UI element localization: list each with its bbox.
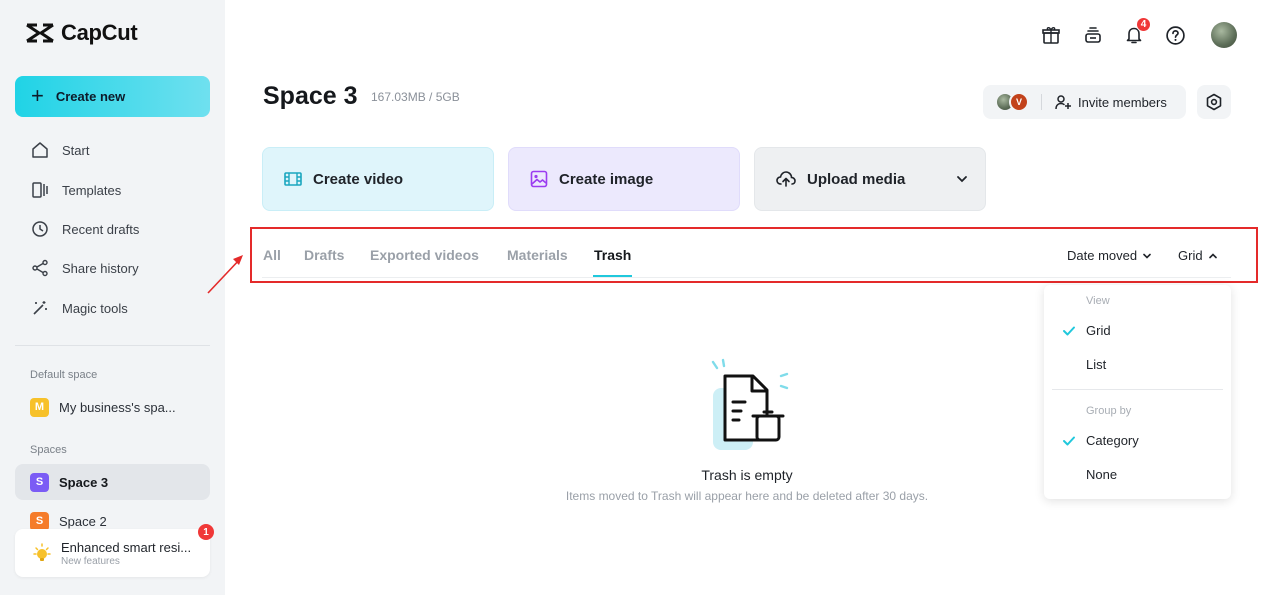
view-options-menu: View Grid List Group by Category None [1044, 285, 1231, 499]
add-user-icon [1055, 95, 1071, 110]
sidebar-item-recent-drafts[interactable]: Recent drafts [30, 218, 139, 240]
cloud-upload-icon [776, 171, 796, 187]
space-badge: S [30, 511, 49, 531]
space-settings-button[interactable] [1197, 85, 1231, 119]
help-button[interactable] [1164, 24, 1186, 46]
space-badge: M [30, 397, 49, 417]
lightbulb-icon [33, 543, 51, 561]
notice-count-badge: 1 [198, 524, 214, 540]
create-image-label: Create image [559, 170, 654, 188]
film-icon [284, 172, 302, 186]
member-avatar-initial: V [1009, 92, 1029, 112]
menu-item-none[interactable]: None [1086, 467, 1117, 482]
storage-button[interactable] [1082, 24, 1104, 46]
sidebar: CapCut + Create new Start Templates Rece… [0, 0, 225, 595]
notice-title: Enhanced smart resi... [61, 539, 192, 555]
plus-icon: + [31, 82, 44, 108]
space-name: Space 2 [59, 513, 107, 529]
sidebar-item-label: Start [62, 142, 90, 158]
sidebar-item-start[interactable]: Start [30, 139, 89, 161]
notice-text: Enhanced smart resi... New features [61, 540, 196, 567]
help-icon [1165, 25, 1185, 45]
upload-media-button[interactable]: Upload media [754, 147, 986, 211]
sidebar-item-label: Recent drafts [62, 221, 140, 237]
share-icon [32, 259, 48, 277]
notification-count-badge: 4 [1136, 17, 1151, 32]
sidebar-item-label: Magic tools [62, 300, 128, 316]
default-space-heading: Default space [30, 369, 98, 381]
templates-icon [32, 182, 48, 198]
members-bar[interactable]: V Invite members [983, 85, 1186, 119]
view-section-label: View [1086, 295, 1110, 307]
sidebar-item-magic-tools[interactable]: Magic tools [30, 297, 128, 319]
notice-subtitle: New features [61, 555, 120, 567]
members-divider [1041, 94, 1042, 110]
upload-media-label: Upload media [807, 170, 906, 188]
create-video-label: Create video [313, 170, 404, 188]
space-name: My business's spa... [59, 399, 176, 415]
space-badge: S [30, 472, 49, 492]
check-icon [1063, 436, 1075, 446]
annotation-arrow [207, 255, 243, 294]
menu-item-category[interactable]: Category [1086, 433, 1139, 448]
create-image-button[interactable]: Create image [508, 147, 740, 211]
create-new-button[interactable]: + Create new [15, 76, 210, 117]
gift-button[interactable] [1040, 24, 1062, 46]
create-video-button[interactable]: Create video [262, 147, 494, 211]
storage-usage: 167.03MB / 5GB [371, 90, 460, 104]
sidebar-item-share-history[interactable]: Share history [30, 257, 139, 279]
group-section-label: Group by [1086, 405, 1132, 417]
capcut-logo-icon [26, 23, 54, 43]
space-name: Space 3 [59, 474, 109, 490]
spaces-heading: Spaces [30, 444, 67, 456]
capcut-app: CapCut + Create new Start Templates Rece… [0, 0, 1280, 595]
menu-divider [1052, 389, 1223, 390]
gift-icon [1042, 27, 1060, 44]
empty-state-description: Items moved to Trash will appear here an… [565, 489, 929, 503]
user-avatar[interactable] [1211, 22, 1237, 48]
capcut-logo[interactable]: CapCut [25, 20, 138, 46]
sidebar-item-space-3[interactable]: S Space 3 [15, 464, 210, 500]
stack-icon [1085, 27, 1101, 43]
home-icon [32, 142, 48, 158]
sidebar-item-label: Templates [62, 182, 122, 198]
sidebar-item-label: Share history [62, 260, 139, 276]
image-icon [530, 170, 548, 188]
chevron-down-icon[interactable] [955, 172, 969, 186]
sidebar-item-templates[interactable]: Templates [30, 179, 121, 201]
empty-trash-icon [711, 358, 789, 450]
menu-item-list[interactable]: List [1086, 357, 1106, 372]
clock-icon [32, 221, 48, 237]
invite-members-label: Invite members [1078, 94, 1167, 110]
gear-icon [1206, 93, 1222, 111]
sidebar-divider [15, 345, 210, 346]
magic-wand-icon [33, 301, 47, 315]
check-icon [1063, 326, 1075, 336]
sidebar-item-default-space[interactable]: M My business's spa... [15, 389, 210, 425]
menu-item-grid[interactable]: Grid [1086, 323, 1111, 338]
page-title: Space 3 [263, 82, 358, 110]
logo-text: CapCut [61, 20, 138, 45]
new-feature-notice[interactable]: Enhanced smart resi... New features 1 [15, 524, 214, 577]
create-new-label: Create new [55, 89, 126, 104]
tabs-highlight-box [250, 227, 1258, 283]
